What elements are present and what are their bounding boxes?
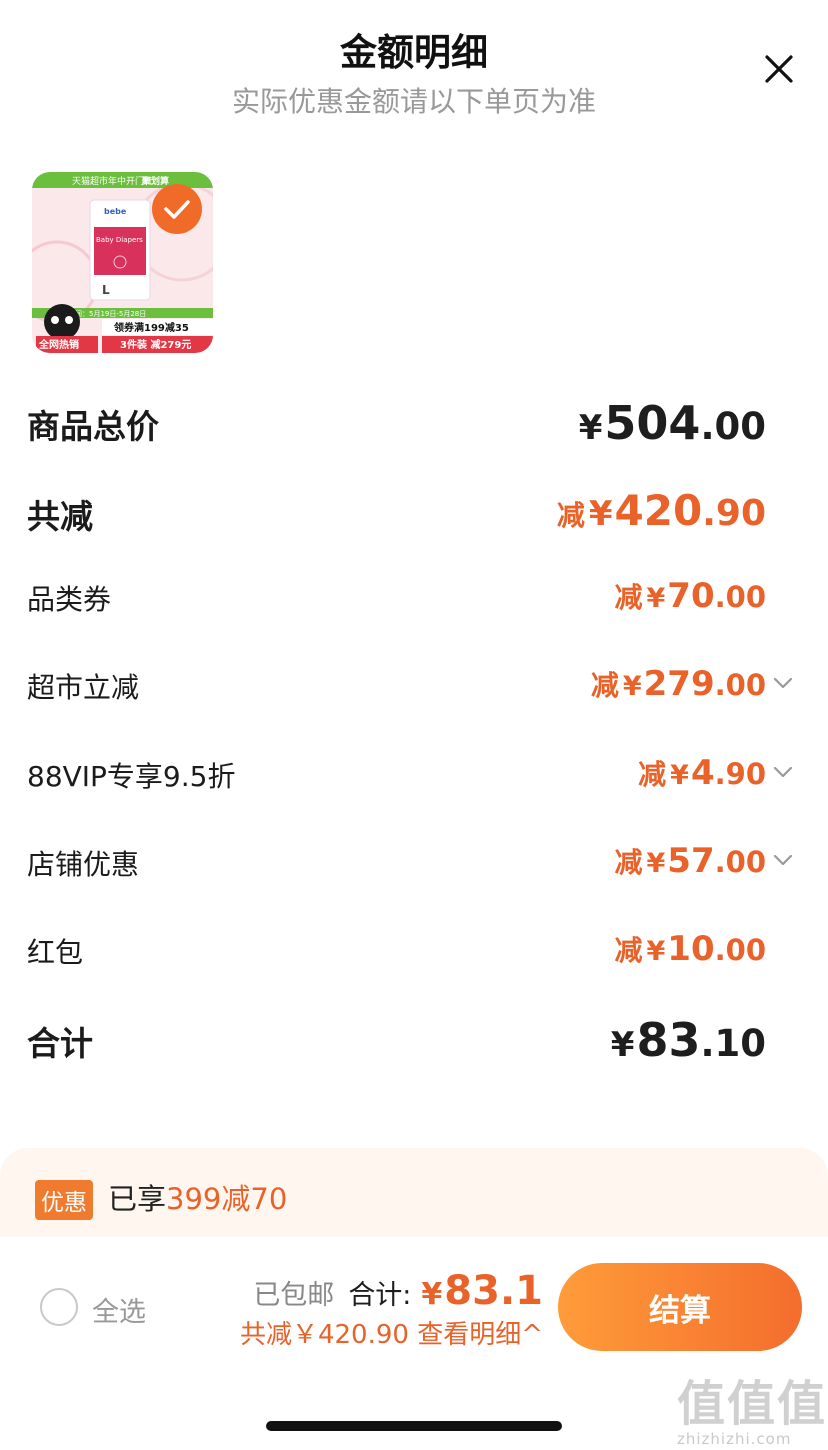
row-label: 品类券	[27, 583, 112, 616]
row-amount: 减 ¥ 70 .00	[614, 576, 766, 616]
close-icon[interactable]	[760, 50, 798, 88]
row-amount: 减 ¥ 4 .90	[638, 753, 766, 793]
view-details-link[interactable]: 共减￥420.90 查看明细^	[240, 1314, 543, 1351]
amount-prefix: 减	[590, 669, 619, 702]
row-label: 店铺优惠	[27, 848, 140, 881]
row-label: 商品总价	[27, 407, 159, 446]
row-label: 88VIP专享9.5折	[27, 760, 236, 793]
amount-prefix: 减	[614, 934, 643, 967]
total-value: 83.1	[444, 1268, 543, 1314]
amount-yen: ¥	[622, 671, 642, 702]
amount-yen: ¥	[646, 583, 666, 614]
package-text: Baby Diapers	[96, 236, 143, 244]
watermark: 值值值 zhizhizhi.com	[677, 1364, 827, 1448]
chevron-down-icon[interactable]	[772, 676, 794, 690]
banner-top-text: 天猫超市年中开门红	[72, 175, 153, 187]
chevron-down-icon[interactable]	[772, 853, 794, 867]
home-indicator	[266, 1421, 562, 1431]
amount-yen: ¥	[670, 760, 689, 791]
row-red-envelope: 红包 减 ¥ 10 .00	[0, 929, 828, 969]
footer-total-line: 已包邮 合计: ¥ 83.1	[253, 1268, 543, 1314]
promo-text: 已享399减70	[108, 1176, 287, 1218]
promo-text-highlight: 399减70	[166, 1182, 288, 1216]
row-amount: ¥ 83 .10	[607, 1013, 766, 1067]
row-supermarket-discount[interactable]: 超市立减 减 ¥ 279 .00	[0, 664, 828, 704]
row-grand-total: 合计 ¥ 83 .10	[0, 1013, 828, 1067]
amount-int: 57	[667, 841, 715, 881]
amount-int: 70	[667, 576, 715, 616]
row-amount: 减 ¥ 57 .00	[614, 841, 766, 881]
amount-yen: ¥	[646, 936, 666, 967]
row-category-coupon: 品类券 减 ¥ 70 .00	[0, 576, 828, 616]
banner-tag-text: 聚划算	[141, 175, 169, 187]
row-amount: 减 ¥ 10 .00	[614, 929, 766, 969]
brand-text: bebe	[104, 207, 127, 216]
row-amount: 减 ¥ 420 .90	[557, 486, 766, 535]
amount-yen: ¥	[646, 848, 666, 879]
amount-dec: .00	[700, 405, 766, 448]
watermark-logo: 值值值	[677, 1376, 828, 1432]
badge-text: 全网热销	[38, 338, 79, 351]
size-text: L	[102, 283, 110, 297]
amount-dec: .00	[714, 933, 766, 967]
amount-yen: ¥	[610, 1025, 635, 1065]
chevron-down-icon[interactable]	[772, 765, 794, 779]
row-88vip-discount[interactable]: 88VIP专享9.5折 减 ¥ 4 .90	[0, 753, 828, 793]
promo-badge: 优惠	[35, 1180, 93, 1220]
shipping-label: 已包邮	[253, 1280, 335, 1311]
checkout-button[interactable]: 结算	[558, 1263, 802, 1351]
select-all-label[interactable]: 全选	[92, 1290, 146, 1329]
amount-int: 4	[690, 753, 715, 793]
row-label: 超市立减	[27, 671, 140, 704]
page-subtitle: 实际优惠金额请以下单页为准	[231, 85, 596, 118]
row-amount: 减 ¥ 279 .00	[591, 664, 766, 704]
row-label: 合计	[27, 1024, 93, 1063]
row-subtotal: 商品总价 ¥ 504 .00	[0, 396, 828, 450]
amount-dec: .00	[714, 580, 766, 614]
amount-yen: ¥	[578, 408, 603, 448]
row-label: 红包	[27, 936, 84, 969]
amount-prefix: 减	[614, 846, 643, 879]
row-store-discount[interactable]: 店铺优惠 减 ¥ 57 .00	[0, 841, 828, 881]
amount-dec: .90	[702, 493, 766, 534]
row-amount: ¥ 504 .00	[575, 396, 766, 450]
select-all-radio[interactable]	[40, 1288, 78, 1326]
header: 金额明细 实际优惠金额请以下单页为准	[0, 0, 828, 130]
amount-int: 279	[643, 664, 715, 704]
promo-text: 3件装 减279元	[120, 338, 191, 351]
promo-text-prefix: 已享	[108, 1182, 167, 1216]
total-yen: ¥	[421, 1277, 443, 1312]
selected-check-icon[interactable]	[152, 184, 202, 234]
row-total-discount: 共减 减 ¥ 420 .90	[0, 486, 828, 536]
amount-int: 420	[614, 486, 703, 535]
page-title: 金额明细	[340, 31, 488, 74]
amount-int: 83	[636, 1013, 701, 1067]
amount-dec: .00	[714, 845, 766, 879]
amount-prefix: 减	[556, 499, 585, 532]
amount-dec: .90	[714, 757, 766, 791]
amount-dec: .00	[714, 668, 766, 702]
amount-int: 10	[667, 929, 715, 969]
amount-yen: ¥	[588, 494, 613, 534]
amount-int: 504	[604, 396, 701, 450]
amount-prefix: 减	[614, 581, 643, 614]
coupon-text: 领券满199减35	[114, 321, 189, 334]
total-label: 合计:	[348, 1280, 412, 1311]
amount-dec: .10	[700, 1022, 766, 1065]
row-label: 共减	[27, 497, 93, 536]
amount-prefix: 减	[638, 758, 667, 791]
